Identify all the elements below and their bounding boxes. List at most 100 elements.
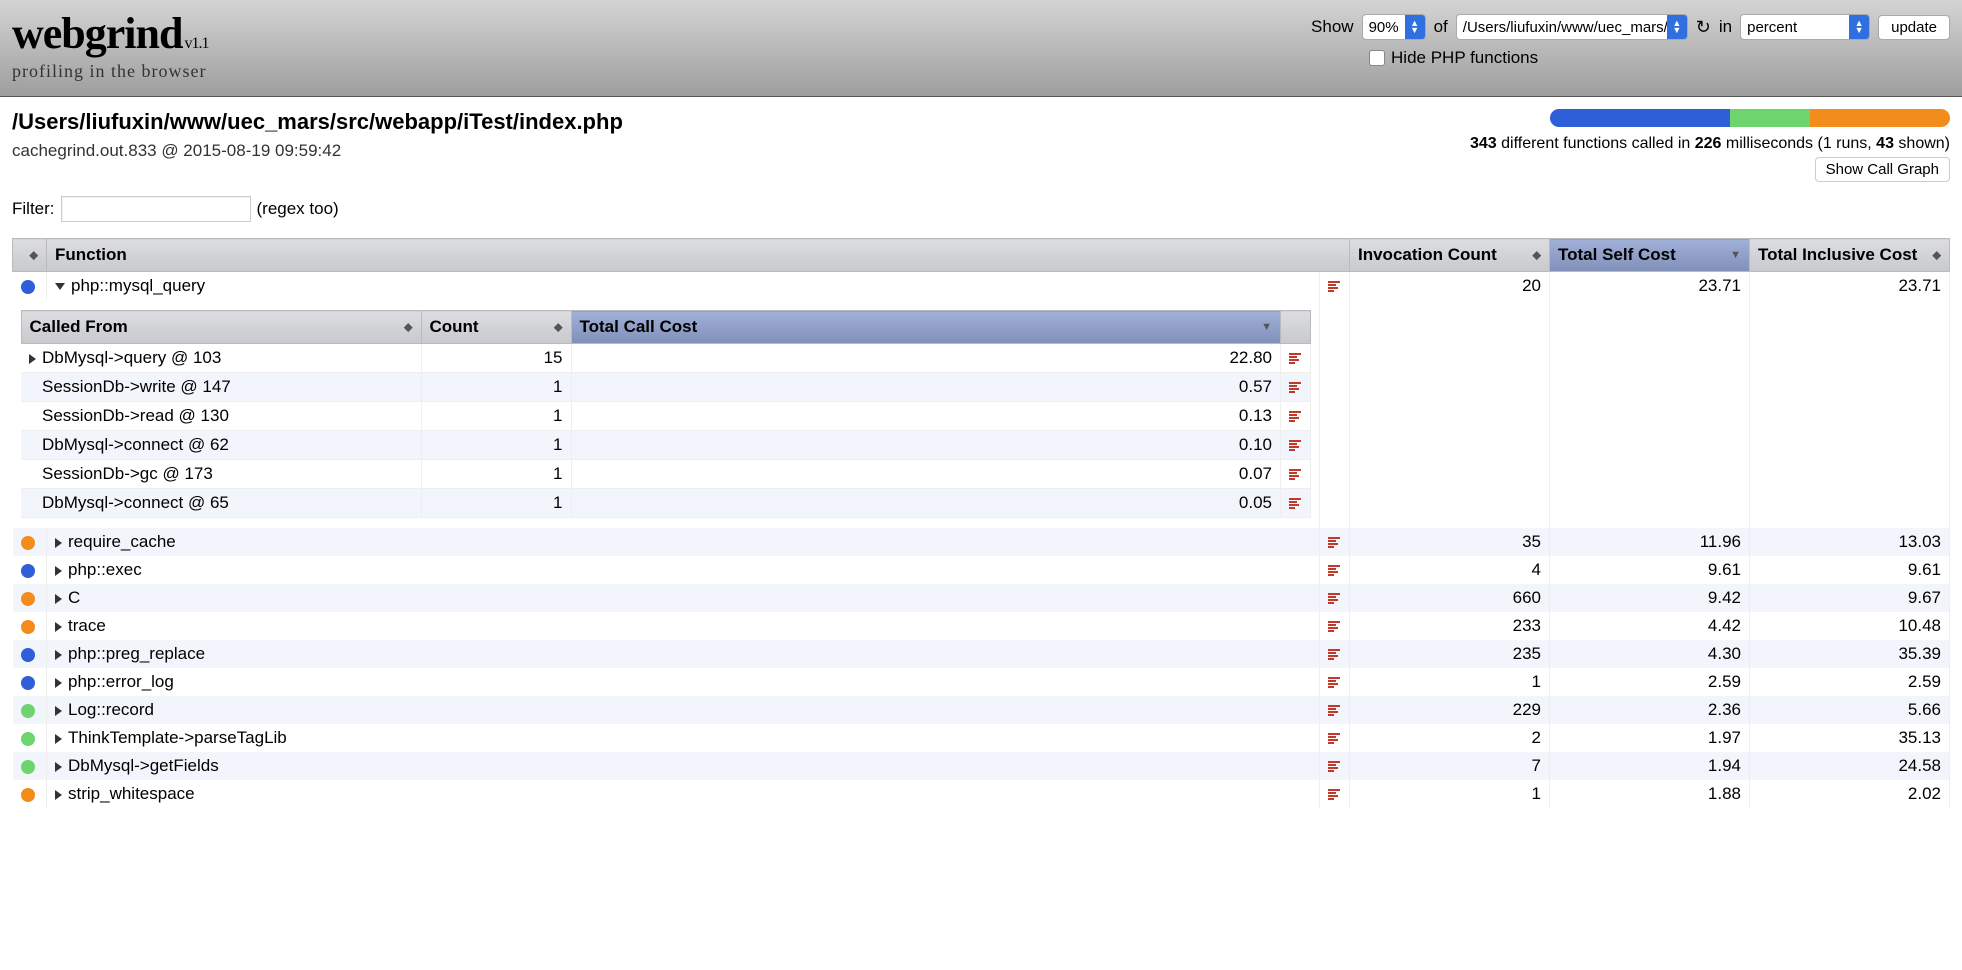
sub-function-cell[interactable]: SessionDb->write @ 147	[21, 373, 421, 402]
chevron-right-icon[interactable]	[55, 762, 62, 772]
bars-icon[interactable]	[1328, 621, 1340, 632]
function-cell[interactable]: C	[47, 584, 1320, 612]
function-name: php::exec	[68, 560, 142, 579]
bars-icon[interactable]	[1328, 789, 1340, 800]
function-cell[interactable]: php::error_log	[47, 668, 1320, 696]
col-header-type[interactable]: ◆	[13, 239, 47, 272]
function-cell[interactable]: Log::record	[47, 696, 1320, 724]
chevron-right-icon[interactable]	[55, 622, 62, 632]
function-cell[interactable]: DbMysql->getFields	[47, 752, 1320, 780]
chevron-right-icon[interactable]	[55, 706, 62, 716]
chevron-right-icon[interactable]	[55, 538, 62, 548]
function-name: trace	[68, 616, 106, 635]
sub-function-cell[interactable]: DbMysql->query @ 103	[21, 344, 421, 373]
self-cost: 4.30	[1550, 640, 1750, 668]
invocation-count: 35	[1350, 528, 1550, 556]
page-title: /Users/liufuxin/www/uec_mars/src/webapp/…	[12, 109, 623, 135]
chevron-right-icon[interactable]	[55, 650, 62, 660]
self-cost: 2.59	[1550, 668, 1750, 696]
sub-function-cell[interactable]: DbMysql->connect @ 62	[21, 431, 421, 460]
type-dot-cell	[13, 752, 47, 780]
self-cost: 4.42	[1550, 612, 1750, 640]
chevron-right-icon[interactable]	[55, 566, 62, 576]
function-cell[interactable]: php::preg_replace	[47, 640, 1320, 668]
type-dot-icon	[21, 760, 35, 774]
sub-function-cell[interactable]: SessionDb->gc @ 173	[21, 460, 421, 489]
sub-function-cell[interactable]: DbMysql->connect @ 65	[21, 489, 421, 518]
bars-icon[interactable]	[1328, 537, 1340, 548]
function-cell[interactable]: php::exec	[47, 556, 1320, 584]
sub-bars-cell	[1280, 460, 1310, 489]
hide-php-checkbox[interactable]	[1369, 50, 1385, 66]
sub-col-count[interactable]: Count◆	[421, 311, 571, 344]
update-button[interactable]: update	[1878, 15, 1950, 40]
bars-icon[interactable]	[1328, 593, 1340, 604]
type-dot-icon	[21, 788, 35, 802]
table-row: trace2334.4210.48	[13, 612, 1950, 640]
bars-icon[interactable]	[1289, 411, 1301, 422]
incl-cost: 9.61	[1750, 556, 1950, 584]
chevron-right-icon[interactable]	[55, 678, 62, 688]
bars-icon[interactable]	[1289, 498, 1301, 509]
chevron-right-icon[interactable]	[29, 354, 36, 364]
bars-cell	[1319, 584, 1349, 612]
bars-icon[interactable]	[1289, 440, 1301, 451]
function-name: ThinkTemplate->parseTagLib	[68, 728, 287, 747]
bars-icon[interactable]	[1328, 565, 1340, 576]
sub-bars-cell	[1280, 489, 1310, 518]
bars-icon[interactable]	[1328, 705, 1340, 716]
reload-icon[interactable]: ↻	[1696, 17, 1711, 38]
function-cell[interactable]: ThinkTemplate->parseTagLib	[47, 724, 1320, 752]
sub-col-called-from[interactable]: Called From◆	[21, 311, 421, 344]
filter-hint: (regex too)	[257, 199, 339, 219]
col-header-function[interactable]: Function	[47, 239, 1350, 272]
type-dot-icon	[21, 620, 35, 634]
type-dot-icon	[21, 564, 35, 578]
col-header-incl-cost[interactable]: Total Inclusive Cost◆	[1750, 239, 1950, 272]
bars-icon[interactable]	[1328, 677, 1340, 688]
header: webgrind v1.1 profiling in the browser S…	[0, 0, 1962, 97]
show-call-graph-button[interactable]: Show Call Graph	[1815, 157, 1950, 182]
bars-icon[interactable]	[1328, 649, 1340, 660]
sub-function-name: SessionDb->write @ 147	[42, 377, 231, 396]
bars-cell	[1319, 528, 1349, 556]
file-select[interactable]: /Users/liufuxin/www/uec_mars/s ▲▼	[1456, 14, 1688, 40]
function-cell[interactable]: php::mysql_query	[47, 272, 1320, 301]
type-dot-cell	[13, 696, 47, 724]
function-cell[interactable]: require_cache	[47, 528, 1320, 556]
bars-icon[interactable]	[1289, 469, 1301, 480]
in-label: in	[1719, 17, 1732, 37]
sort-icon: ◆	[554, 321, 562, 334]
bars-icon[interactable]	[1328, 761, 1340, 772]
sub-col-cost[interactable]: Total Call Cost▼	[571, 311, 1280, 344]
incl-cost: 13.03	[1750, 528, 1950, 556]
sub-cost: 0.07	[571, 460, 1280, 489]
sort-desc-icon: ▼	[1730, 249, 1741, 261]
chevron-right-icon[interactable]	[55, 594, 62, 604]
chevron-down-icon[interactable]	[55, 283, 65, 290]
bars-icon[interactable]	[1289, 353, 1301, 364]
stats-block: 343 different functions called in 226 mi…	[1470, 109, 1950, 182]
type-dot-icon	[21, 732, 35, 746]
sub-function-cell[interactable]: SessionDb->read @ 130	[21, 402, 421, 431]
col-header-self-cost[interactable]: Total Self Cost▼	[1550, 239, 1750, 272]
function-cell[interactable]: trace	[47, 612, 1320, 640]
incl-cost: 35.13	[1750, 724, 1950, 752]
bars-icon[interactable]	[1328, 281, 1340, 292]
chevron-right-icon[interactable]	[55, 734, 62, 744]
filter-input[interactable]	[61, 196, 251, 222]
function-name: C	[68, 588, 80, 607]
sub-function-name: DbMysql->connect @ 62	[42, 435, 229, 454]
show-percent-select[interactable]: 90% ▲▼	[1362, 14, 1426, 40]
col-header-invocation[interactable]: Invocation Count◆	[1350, 239, 1550, 272]
sub-row: DbMysql->connect @ 6210.10	[21, 431, 1310, 460]
function-cell[interactable]: strip_whitespace	[47, 780, 1320, 808]
sub-cost: 0.57	[571, 373, 1280, 402]
chevron-updown-icon: ▲▼	[1405, 15, 1425, 39]
chevron-right-icon[interactable]	[55, 790, 62, 800]
format-select[interactable]: percent ▲▼	[1740, 14, 1870, 40]
bars-icon[interactable]	[1289, 382, 1301, 393]
type-dot-icon	[21, 592, 35, 606]
bars-cell	[1319, 640, 1349, 668]
bars-icon[interactable]	[1328, 733, 1340, 744]
